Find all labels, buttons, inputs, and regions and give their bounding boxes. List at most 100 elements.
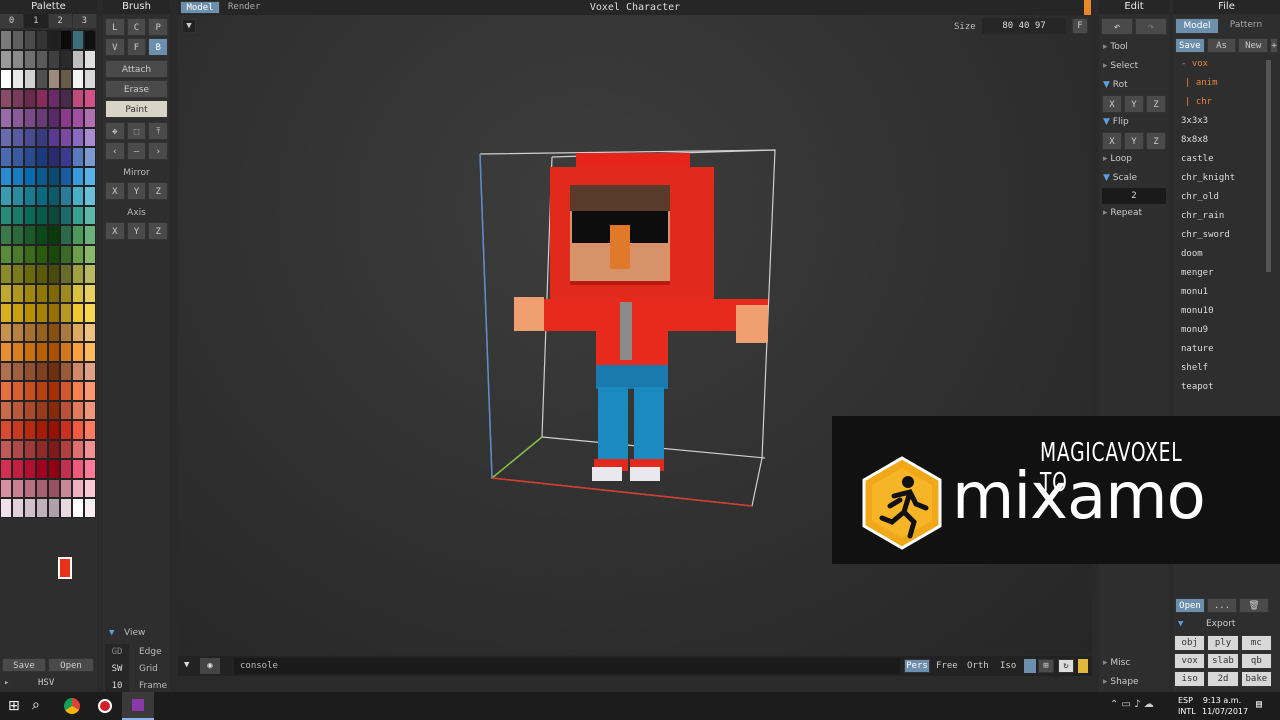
file-save-as-button[interactable]: As — [1206, 38, 1237, 53]
palette-swatch[interactable] — [24, 264, 36, 284]
scale-input[interactable]: 2 — [1102, 188, 1166, 204]
palette-tab-0[interactable]: 0 — [0, 14, 24, 28]
palette-swatch[interactable] — [60, 400, 72, 420]
palette-swatch[interactable] — [84, 459, 96, 479]
export-obj[interactable]: obj — [1174, 635, 1206, 651]
palette-swatch[interactable] — [24, 303, 36, 323]
palette-swatch[interactable] — [60, 420, 72, 440]
palette-swatch[interactable] — [24, 205, 36, 225]
palette-swatch[interactable] — [72, 478, 84, 498]
palette-swatch[interactable] — [0, 108, 12, 128]
file-item[interactable]: 8x8x8 — [1173, 131, 1280, 150]
file-item[interactable]: nature — [1173, 340, 1280, 359]
palette-swatch[interactable] — [36, 225, 48, 245]
palette-swatch[interactable] — [72, 439, 84, 459]
palette-swatch[interactable] — [48, 108, 60, 128]
paint-button[interactable]: Paint — [105, 100, 168, 118]
export-label[interactable]: Export — [1206, 619, 1235, 629]
palette-swatch[interactable] — [36, 166, 48, 186]
file-tab-model[interactable]: Model — [1175, 18, 1219, 34]
grid-toggle[interactable]: Grid — [129, 661, 158, 678]
palette-open-button[interactable]: Open — [48, 658, 94, 672]
palette-swatch[interactable] — [84, 342, 96, 362]
file-item[interactable]: 3x3x3 — [1173, 112, 1280, 131]
palette-swatch[interactable] — [12, 166, 24, 186]
camera-icon[interactable]: ◉ — [200, 658, 220, 674]
palette-swatch[interactable] — [72, 498, 84, 518]
camera-orth[interactable]: Orth — [967, 661, 989, 671]
palette-swatch[interactable] — [36, 381, 48, 401]
palette-swatch[interactable] — [12, 498, 24, 518]
palette-swatch[interactable] — [12, 381, 24, 401]
palette-swatch[interactable] — [60, 264, 72, 284]
hsv-label[interactable]: HSV — [38, 678, 54, 688]
palette-swatch[interactable] — [12, 303, 24, 323]
palette-swatch[interactable] — [48, 244, 60, 264]
chevron-left-icon[interactable]: ‹ — [105, 142, 125, 160]
palette-swatch[interactable] — [36, 205, 48, 225]
palette-swatch[interactable] — [84, 244, 96, 264]
hsv-arrow-icon[interactable]: ▸ — [4, 678, 9, 688]
palette-swatch[interactable] — [0, 264, 12, 284]
palette-swatch[interactable] — [72, 69, 84, 89]
palette-swatch[interactable] — [84, 69, 96, 89]
palette-swatch[interactable] — [36, 49, 48, 69]
palette-swatch[interactable] — [60, 147, 72, 167]
palette-swatch[interactable] — [48, 342, 60, 362]
palette-swatch[interactable] — [12, 30, 24, 50]
export-iso[interactable]: iso — [1174, 671, 1206, 687]
brush-mode-f[interactable]: F — [126, 38, 147, 56]
palette-swatch[interactable] — [48, 166, 60, 186]
palette-swatch[interactable] — [60, 186, 72, 206]
palette-swatch[interactable] — [24, 400, 36, 420]
file-item[interactable]: shelf — [1173, 359, 1280, 378]
mirror-x[interactable]: X — [105, 182, 125, 200]
console-menu-icon[interactable]: ▼ — [184, 660, 189, 670]
export-qb[interactable]: qb — [1240, 653, 1272, 669]
palette-swatch[interactable] — [84, 147, 96, 167]
palette-swatch[interactable] — [12, 283, 24, 303]
export-2d[interactable]: 2d — [1207, 671, 1239, 687]
palette-swatch[interactable] — [24, 88, 36, 108]
palette-swatch[interactable] — [24, 166, 36, 186]
palette-swatch[interactable] — [36, 361, 48, 381]
palette-swatch[interactable] — [48, 69, 60, 89]
palette-swatch[interactable] — [48, 147, 60, 167]
palette-swatch[interactable] — [72, 342, 84, 362]
palette-swatch[interactable] — [72, 322, 84, 342]
palette-swatch[interactable] — [0, 244, 12, 264]
palette-save-button[interactable]: Save — [2, 658, 46, 672]
brush-mode-b[interactable]: B — [148, 38, 169, 56]
palette-swatch[interactable] — [48, 186, 60, 206]
palette-swatch[interactable] — [0, 498, 12, 518]
palette-swatch[interactable] — [0, 381, 12, 401]
palette-swatch[interactable] — [60, 108, 72, 128]
palette-swatch[interactable] — [60, 498, 72, 518]
palette-swatch[interactable] — [72, 205, 84, 225]
flip-x[interactable]: X — [1102, 132, 1122, 150]
palette-selected-swatch[interactable] — [58, 557, 72, 579]
clock[interactable]: 9:13 a.m. 11/07/2017 — [1202, 695, 1248, 717]
palette-swatch[interactable] — [24, 361, 36, 381]
palette-swatch[interactable] — [12, 127, 24, 147]
palette-swatch[interactable] — [36, 459, 48, 479]
palette-swatch[interactable] — [0, 283, 12, 303]
palette-swatch[interactable] — [48, 283, 60, 303]
palette-swatch[interactable] — [72, 186, 84, 206]
palette-swatch[interactable] — [24, 283, 36, 303]
file-item[interactable]: teapot — [1173, 378, 1280, 397]
palette-swatch[interactable] — [0, 127, 12, 147]
palette-swatch[interactable] — [12, 108, 24, 128]
edit-loop[interactable]: ▸ Loop — [1103, 150, 1169, 169]
palette-swatch[interactable] — [72, 381, 84, 401]
palette-swatch[interactable] — [60, 459, 72, 479]
brush-mode-c[interactable]: C — [126, 18, 147, 36]
camera-pers[interactable]: Pers — [904, 659, 930, 673]
palette-swatch[interactable] — [60, 361, 72, 381]
palette-swatch[interactable] — [0, 147, 12, 167]
palette-swatch[interactable] — [0, 439, 12, 459]
file-open-button[interactable]: Open — [1175, 598, 1205, 613]
palette-swatch[interactable] — [0, 322, 12, 342]
palette-swatch[interactable] — [0, 459, 12, 479]
attach-button[interactable]: Attach — [105, 60, 168, 78]
